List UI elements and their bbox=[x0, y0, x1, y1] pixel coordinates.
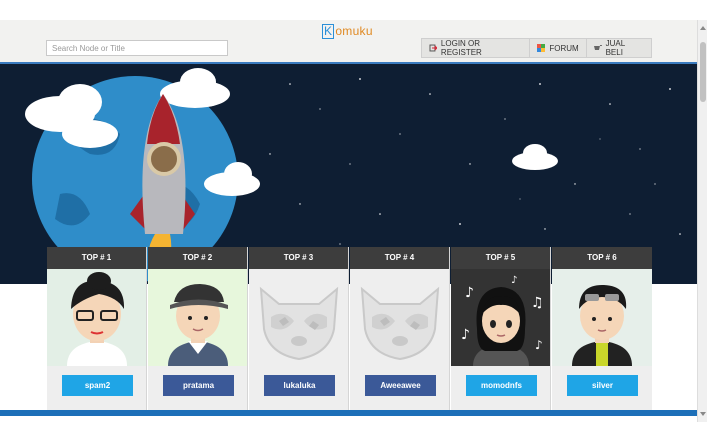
user-avatar[interactable] bbox=[350, 269, 449, 366]
user-name-button[interactable]: spam2 bbox=[62, 375, 133, 396]
svg-text:♪: ♪ bbox=[461, 327, 470, 343]
user-avatar[interactable] bbox=[148, 269, 247, 366]
user-name-button[interactable]: lukaluka bbox=[264, 375, 335, 396]
svg-text:♪: ♪ bbox=[511, 275, 517, 286]
nav-forum-label: FORUM bbox=[549, 43, 579, 53]
logo-letter: K bbox=[322, 24, 335, 39]
rank-card-5: TOP # 5 ♪ ♫ ♪ ♪ ♪ momodnfs bbox=[451, 247, 551, 410]
cloud-right bbox=[512, 144, 558, 170]
user-name-button[interactable]: Aweeawee bbox=[365, 375, 436, 396]
rank-label: TOP # 6 bbox=[552, 247, 652, 269]
site-logo[interactable]: Komuku bbox=[322, 24, 373, 40]
scroll-down-icon[interactable] bbox=[700, 412, 706, 416]
nav-jual-beli-label: JUAL BELI bbox=[605, 39, 625, 57]
nav-login-register[interactable]: LOGIN OR REGISTER bbox=[422, 39, 531, 57]
rank-card-3: TOP # 3 lukaluka bbox=[249, 247, 349, 410]
raccoon-placeholder-icon bbox=[259, 286, 339, 361]
login-icon bbox=[429, 44, 437, 52]
avatar-cap-man-icon bbox=[168, 284, 228, 366]
stars bbox=[269, 78, 681, 265]
user-avatar[interactable] bbox=[552, 269, 652, 366]
user-name-button[interactable]: momodnfs bbox=[466, 375, 537, 396]
search-input[interactable]: Search Node or Title bbox=[46, 40, 228, 56]
top-users-board: TOP # 1 spam2 TOP # 2 pratama TOP # 3 lu… bbox=[47, 247, 652, 410]
browser-top-strip bbox=[0, 0, 707, 21]
avatar-glasses-woman-icon bbox=[67, 272, 127, 366]
nav-login-label: LOGIN OR REGISTER bbox=[440, 39, 482, 57]
scroll-up-icon[interactable] bbox=[700, 26, 706, 30]
svg-text:♫: ♫ bbox=[531, 295, 544, 311]
top-nav: LOGIN OR REGISTER FORUM JUAL BELI bbox=[421, 38, 652, 58]
rank-label: TOP # 1 bbox=[47, 247, 146, 269]
cloud-top bbox=[160, 68, 230, 108]
rank-label: TOP # 4 bbox=[350, 247, 449, 269]
svg-text:♪: ♪ bbox=[535, 338, 543, 352]
rank-label: TOP # 2 bbox=[148, 247, 247, 269]
user-avatar[interactable]: ♪ ♫ ♪ ♪ ♪ bbox=[451, 269, 550, 366]
rank-card-1: TOP # 1 spam2 bbox=[47, 247, 147, 410]
user-avatar[interactable] bbox=[249, 269, 348, 366]
user-name-button[interactable]: silver bbox=[567, 375, 638, 396]
rank-label: TOP # 3 bbox=[249, 247, 348, 269]
raccoon-placeholder-icon bbox=[360, 286, 440, 361]
jual-beli-icon bbox=[593, 45, 602, 50]
avatar-sunglasses-man-icon bbox=[572, 284, 632, 366]
user-avatar[interactable] bbox=[47, 269, 146, 366]
vertical-scrollbar[interactable] bbox=[697, 20, 707, 422]
forum-icon bbox=[537, 44, 546, 52]
avatar-music-girl-icon: ♪ ♫ ♪ ♪ ♪ bbox=[461, 275, 544, 366]
svg-text:♪: ♪ bbox=[465, 285, 474, 301]
rank-card-6: TOP # 6 silver bbox=[552, 247, 652, 410]
site-header: Search Node or Title Komuku LOGIN OR REG… bbox=[0, 20, 697, 64]
bottom-blank bbox=[0, 416, 707, 442]
rank-label: TOP # 5 bbox=[451, 247, 550, 269]
user-name-button[interactable]: pratama bbox=[163, 375, 234, 396]
nav-forum[interactable]: FORUM bbox=[530, 39, 587, 57]
nav-jual-beli[interactable]: JUAL BELI bbox=[587, 39, 651, 57]
logo-text: omuku bbox=[335, 24, 373, 38]
scroll-thumb[interactable] bbox=[700, 42, 706, 102]
rank-card-2: TOP # 2 pratama bbox=[148, 247, 248, 410]
rank-card-4: TOP # 4 Aweeawee bbox=[350, 247, 450, 410]
